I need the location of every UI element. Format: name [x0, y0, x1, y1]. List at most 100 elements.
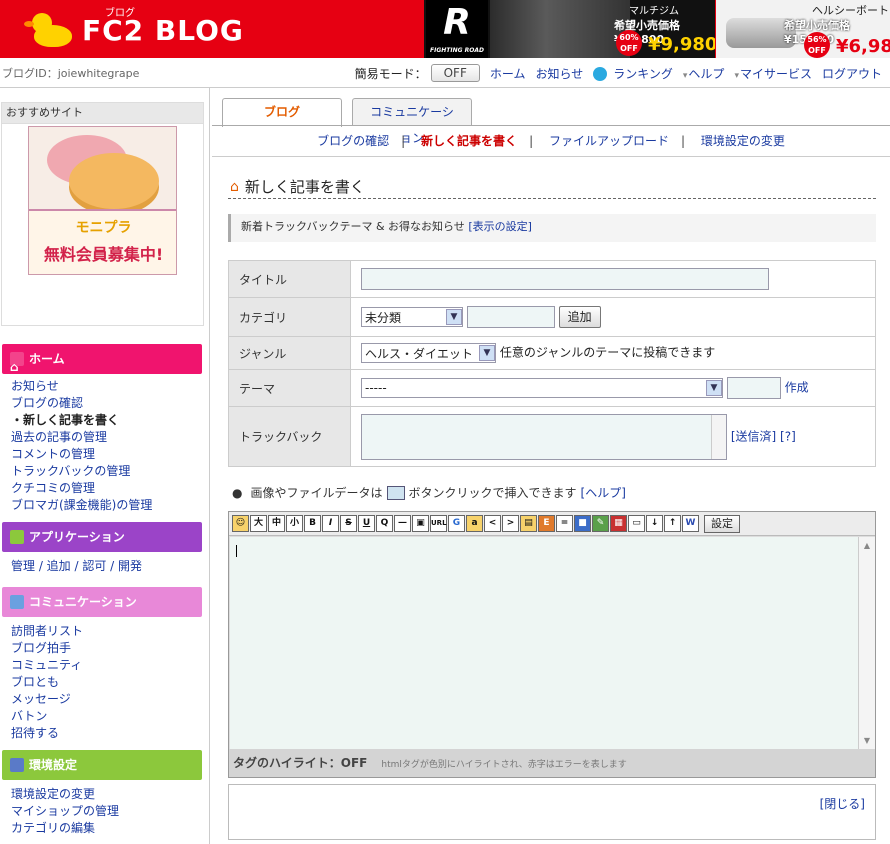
nav-ranking[interactable]: ランキング [593, 65, 673, 82]
bullet-icon: ● [232, 485, 243, 500]
menu-baton[interactable]: バトン [11, 708, 209, 725]
scroll-down-icon[interactable]: ▼ [860, 734, 874, 748]
color-icon[interactable]: ■ [574, 515, 591, 532]
sent-trackbacks-link[interactable]: [送信済] [731, 429, 776, 443]
bold-button[interactable]: B [304, 515, 321, 532]
nav-help-link[interactable]: ヘルプ [683, 65, 724, 82]
google-icon[interactable]: G [448, 515, 465, 532]
nav-home-link[interactable]: ホーム [490, 65, 526, 82]
url-link-button[interactable]: URL [430, 515, 447, 532]
trackback-help-link[interactable]: [?] [780, 429, 796, 443]
create-theme-link[interactable]: 作成 [785, 381, 809, 395]
menu-manage-posts[interactable]: 過去の記事の管理 [11, 429, 209, 446]
menu-manage-reviews[interactable]: クチコミの管理 [11, 480, 209, 497]
menu-blog-applause[interactable]: ブログ拍手 [11, 640, 209, 657]
monipla-promo-banner[interactable]: モニプラ 無料会員募集中! [28, 126, 177, 275]
settings-button[interactable]: 設定 [704, 514, 740, 533]
down-arrow-icon[interactable]: ↓ [646, 515, 663, 532]
nav-logout-link[interactable]: ログアウト [822, 65, 882, 82]
menu-manage-comments[interactable]: コメントの管理 [11, 446, 209, 463]
menu-category-edit[interactable]: カテゴリの編集 [11, 820, 209, 837]
pencil-icon[interactable]: ✎ [592, 515, 609, 532]
editor-scrollbar[interactable]: ▲ ▼ [858, 537, 875, 750]
horizontal-rule-button[interactable]: — [394, 515, 411, 532]
chevron-down-icon: ▼ [706, 380, 722, 396]
font-small-button[interactable]: 小 [286, 515, 303, 532]
underline-button[interactable]: U [358, 515, 375, 532]
nav-myservice-link[interactable]: マイサービス [734, 65, 812, 82]
font-medium-button[interactable]: 中 [268, 515, 285, 532]
subnav-new-post[interactable]: 新しく記事を書く [421, 134, 517, 148]
tv-icon[interactable]: ▦ [610, 515, 627, 532]
image-insert-icon[interactable] [386, 485, 405, 500]
menu-change-settings[interactable]: 環境設定の変更 [11, 786, 209, 803]
genre-label: ジャンル [228, 336, 351, 370]
menu-view-blog[interactable]: ブログの確認 [11, 395, 209, 412]
insert-help-link[interactable]: [ヘルプ] [581, 484, 626, 501]
section-header-apps[interactable]: アプリケーション [2, 522, 202, 552]
fc2-blog-logo[interactable]: FC2 BLOG ブログ [24, 8, 244, 50]
display-settings-link[interactable]: [表示の設定] [468, 220, 532, 233]
body-textarea[interactable] [230, 537, 858, 750]
nav-ranking-link[interactable]: ランキング [613, 67, 673, 81]
menu-burotomo[interactable]: ブロとも [11, 674, 209, 691]
genre-select[interactable]: ヘルス・ダイエット ▼ [361, 343, 496, 363]
textarea-scrollbar[interactable] [711, 414, 726, 459]
menu-manage-trackbacks[interactable]: トラックバックの管理 [11, 463, 209, 480]
section-title: アプリケーション [29, 530, 125, 544]
frame-icon[interactable]: ▭ [628, 515, 645, 532]
close-link[interactable]: [閉じる] [820, 795, 865, 812]
trackback-textarea[interactable] [361, 413, 727, 460]
ad-banner-healthy-boat[interactable]: ヘルシーボート 希望小売価格¥15,800 56% OFF ¥6,980 [716, 0, 890, 58]
menu-invite[interactable]: 招待する [11, 725, 209, 742]
menu-community[interactable]: コミュニティ [11, 657, 209, 674]
tag-highlight-toggle[interactable]: タグのハイライト：OFF [233, 756, 367, 770]
monitor-icon [10, 758, 24, 772]
scroll-up-icon[interactable]: ▲ [860, 539, 874, 553]
align-left-button[interactable]: < [484, 515, 501, 532]
menu-visitors[interactable]: 訪問者リスト [11, 623, 209, 640]
menu-app-manage[interactable]: 管理 / 追加 / 認可 / 開発 [11, 558, 209, 575]
amazon-icon[interactable]: a [466, 515, 483, 532]
new-category-input[interactable] [466, 306, 555, 328]
word-icon[interactable]: W [682, 515, 699, 532]
menu-messages[interactable]: メッセージ [11, 691, 209, 708]
category-select[interactable]: 未分類 ▼ [361, 307, 463, 327]
separator-button[interactable]: = [556, 515, 573, 532]
subnav-file-upload[interactable]: ファイルアップロード [549, 134, 669, 148]
font-large-button[interactable]: 大 [250, 515, 267, 532]
more-icon[interactable]: ▤ [520, 515, 537, 532]
up-arrow-icon[interactable]: ↑ [664, 515, 681, 532]
image-icon[interactable]: ▣ [412, 515, 429, 532]
section-header-home[interactable]: ⌂ ホーム [2, 344, 202, 374]
menu-manage-blomaga[interactable]: ブロマガ(課金機能)の管理 [11, 497, 209, 514]
strikethrough-button[interactable]: S [340, 515, 357, 532]
new-theme-input[interactable] [726, 377, 781, 399]
quote-button[interactable]: Q [376, 515, 393, 532]
subnav-change-settings[interactable]: 環境設定の変更 [701, 134, 785, 148]
tab-blog[interactable]: ブログ [222, 98, 342, 127]
subnav-view-blog[interactable]: ブログの確認 [317, 134, 389, 148]
title-input[interactable] [361, 268, 769, 290]
notice-text: 新着トラックバックテーマ & お得なお知らせ [241, 220, 465, 233]
twitter-bird-icon[interactable] [593, 67, 608, 81]
menu-news[interactable]: お知らせ [11, 378, 209, 395]
ad-banner-multigym[interactable]: RFIGHTING ROAD マルチジム 希望小売価格¥24,800 60% O… [424, 0, 715, 58]
emoji-icon[interactable]: ☺ [232, 515, 249, 532]
section-header-community[interactable]: コミュニケーション [2, 587, 202, 617]
add-category-button[interactable]: 追加 [558, 306, 601, 328]
ad-title: マルチジム [629, 6, 679, 17]
nav-news-link[interactable]: お知らせ [535, 65, 583, 82]
discount-badge: 60% OFF [616, 30, 642, 56]
tab-communication[interactable]: コミュニケーション [352, 98, 472, 145]
e-icon[interactable]: E [538, 515, 555, 532]
simple-mode-toggle[interactable]: OFF [430, 64, 480, 82]
align-right-button[interactable]: > [502, 515, 519, 532]
italic-button[interactable]: I [322, 515, 339, 532]
menu-myshop[interactable]: マイショップの管理 [11, 803, 209, 820]
menu-new-post[interactable]: ・新しく記事を書く [11, 412, 209, 429]
post-form: タイトル カテゴリ 未分類 ▼ 追加 ジャンル ヘルス・ダイエット ▼ 任意のジャン… [228, 260, 876, 467]
theme-select[interactable]: ----- ▼ [361, 378, 723, 398]
section-header-settings[interactable]: 環境設定 [2, 750, 202, 780]
home-icon: ⌂ [10, 352, 24, 374]
